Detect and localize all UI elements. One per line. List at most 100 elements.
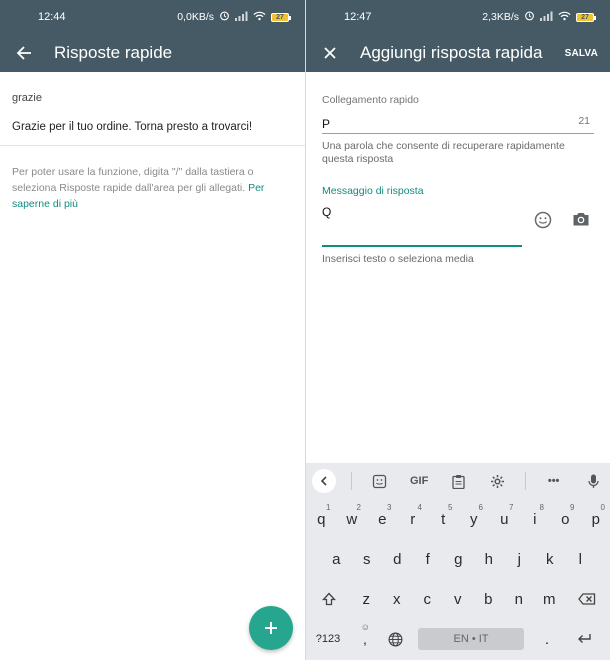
key-d[interactable]: d (382, 541, 413, 577)
key-label: i (533, 510, 537, 528)
key-number-hint: 9 (570, 503, 575, 512)
enter-key[interactable] (562, 621, 606, 657)
back-arrow-icon[interactable] (12, 41, 36, 65)
space-bar[interactable]: EN • IT (418, 628, 524, 650)
keyboard-toolbar: GIF ••• (306, 463, 610, 499)
key-label: w (346, 510, 358, 528)
key-x[interactable]: x (382, 581, 413, 617)
key-l[interactable]: l (565, 541, 596, 577)
key-y[interactable]: y6 (459, 501, 490, 537)
language-globe-icon[interactable] (380, 621, 410, 657)
key-w[interactable]: w2 (337, 501, 368, 537)
keyboard-row-1: q1w2e3r4t5y6u7i8o9p0 (306, 499, 610, 539)
key-u[interactable]: u7 (489, 501, 520, 537)
gif-button[interactable]: GIF (407, 469, 431, 493)
key-m[interactable]: m (534, 581, 565, 617)
key-k[interactable]: k (535, 541, 566, 577)
key-label: o (561, 510, 570, 528)
key-n[interactable]: n (504, 581, 535, 617)
more-options-icon[interactable]: ••• (542, 469, 566, 493)
reply-shortcut: grazie (12, 92, 42, 104)
key-label: n (514, 590, 523, 608)
key-number-hint: 1 (326, 503, 331, 512)
message-helper-text: Inserisci testo o seleziona media (322, 253, 474, 265)
key-label: v (454, 590, 462, 608)
key-label: y (470, 510, 478, 528)
comma-key[interactable]: ☺ , (350, 621, 380, 657)
signal-icon (235, 11, 248, 24)
key-r[interactable]: r4 (398, 501, 429, 537)
quick-replies-screen: 12:44 0,0KB/s 27 Risposte rapide grazie … (0, 0, 305, 660)
key-label: c (423, 590, 432, 608)
keyboard-back-icon[interactable] (312, 469, 336, 493)
key-e[interactable]: e3 (367, 501, 398, 537)
key-number-hint: 5 (448, 503, 453, 512)
clipboard-icon[interactable] (447, 469, 471, 493)
key-j[interactable]: j (504, 541, 535, 577)
key-f[interactable]: f (413, 541, 444, 577)
key-label: l (578, 550, 582, 568)
camera-icon[interactable] (572, 211, 592, 231)
alarm-icon (524, 10, 535, 24)
shortcut-label: Collegamento rapido (322, 94, 419, 106)
key-label: h (484, 550, 493, 568)
wifi-icon (253, 11, 266, 24)
message-input-underline (322, 245, 522, 247)
key-label: s (363, 550, 371, 568)
settings-gear-icon[interactable] (486, 469, 510, 493)
key-t[interactable]: t5 (428, 501, 459, 537)
keyboard-row-4: ?123 ☺ , EN • IT . (306, 619, 610, 659)
quick-reply-form: Collegamento rapido P 21 Una parola che … (306, 72, 610, 265)
key-v[interactable]: v (443, 581, 474, 617)
status-icons: 0,0KB/s 27 (177, 10, 291, 24)
comma-key-label: , (363, 631, 367, 647)
reply-message: Grazie per il tuo ordine. Torna presto a… (12, 121, 253, 133)
symbols-key[interactable]: ?123 (306, 621, 350, 657)
status-icons: 2,3KB/s 27 (482, 10, 596, 24)
sticker-icon[interactable] (368, 469, 392, 493)
key-label: z (362, 590, 371, 608)
key-number-hint: 3 (387, 503, 392, 512)
key-z[interactable]: z (351, 581, 382, 617)
app-bar: Risposte rapide (0, 34, 305, 72)
key-h[interactable]: h (474, 541, 505, 577)
emoji-mini-icon: ☺ (360, 622, 370, 632)
key-i[interactable]: i8 (520, 501, 551, 537)
shift-key[interactable] (306, 581, 351, 617)
wifi-icon (558, 11, 571, 24)
toolbar-separator (525, 472, 527, 490)
period-key[interactable]: . (532, 621, 562, 657)
key-q[interactable]: q1 (306, 501, 337, 537)
key-c[interactable]: c (412, 581, 443, 617)
microphone-icon[interactable] (581, 469, 605, 493)
page-title: Aggiungi risposta rapida (360, 43, 543, 62)
shortcut-input[interactable]: P 21 (322, 115, 594, 134)
quick-reply-item[interactable]: grazie Grazie per il tuo ordine. Torna p… (0, 72, 305, 145)
add-quick-reply-button[interactable] (249, 606, 293, 650)
app-bar: Aggiungi risposta rapida SALVA (306, 34, 610, 72)
key-g[interactable]: g (443, 541, 474, 577)
emoji-icon[interactable] (534, 211, 554, 231)
toolbar-separator (351, 472, 353, 490)
key-label: p (591, 510, 600, 528)
key-b[interactable]: b (473, 581, 504, 617)
message-input-area: Q (322, 205, 594, 247)
letter-keys: z x c vbn m (351, 581, 565, 617)
add-quick-reply-screen: 12:47 2,3KB/s 27 Aggiungi risposta rapid… (305, 0, 610, 660)
status-bar: 12:47 2,3KB/s 27 (306, 0, 610, 34)
key-o[interactable]: o9 (550, 501, 581, 537)
key-number-hint: 6 (478, 503, 483, 512)
network-speed: 2,3KB/s (482, 11, 519, 23)
help-text: Per poter usare la funzione, digita "/" … (0, 146, 305, 212)
key-label: x (393, 590, 401, 608)
close-icon[interactable] (318, 41, 342, 65)
key-label: m (543, 590, 556, 608)
backspace-key[interactable] (565, 581, 610, 617)
save-button[interactable]: SALVA (565, 48, 598, 59)
signal-icon (540, 11, 553, 24)
alarm-icon (219, 10, 230, 24)
key-s[interactable]: s (352, 541, 383, 577)
key-p[interactable]: p0 (581, 501, 610, 537)
status-time: 12:47 (344, 11, 372, 23)
key-a[interactable]: a (321, 541, 352, 577)
